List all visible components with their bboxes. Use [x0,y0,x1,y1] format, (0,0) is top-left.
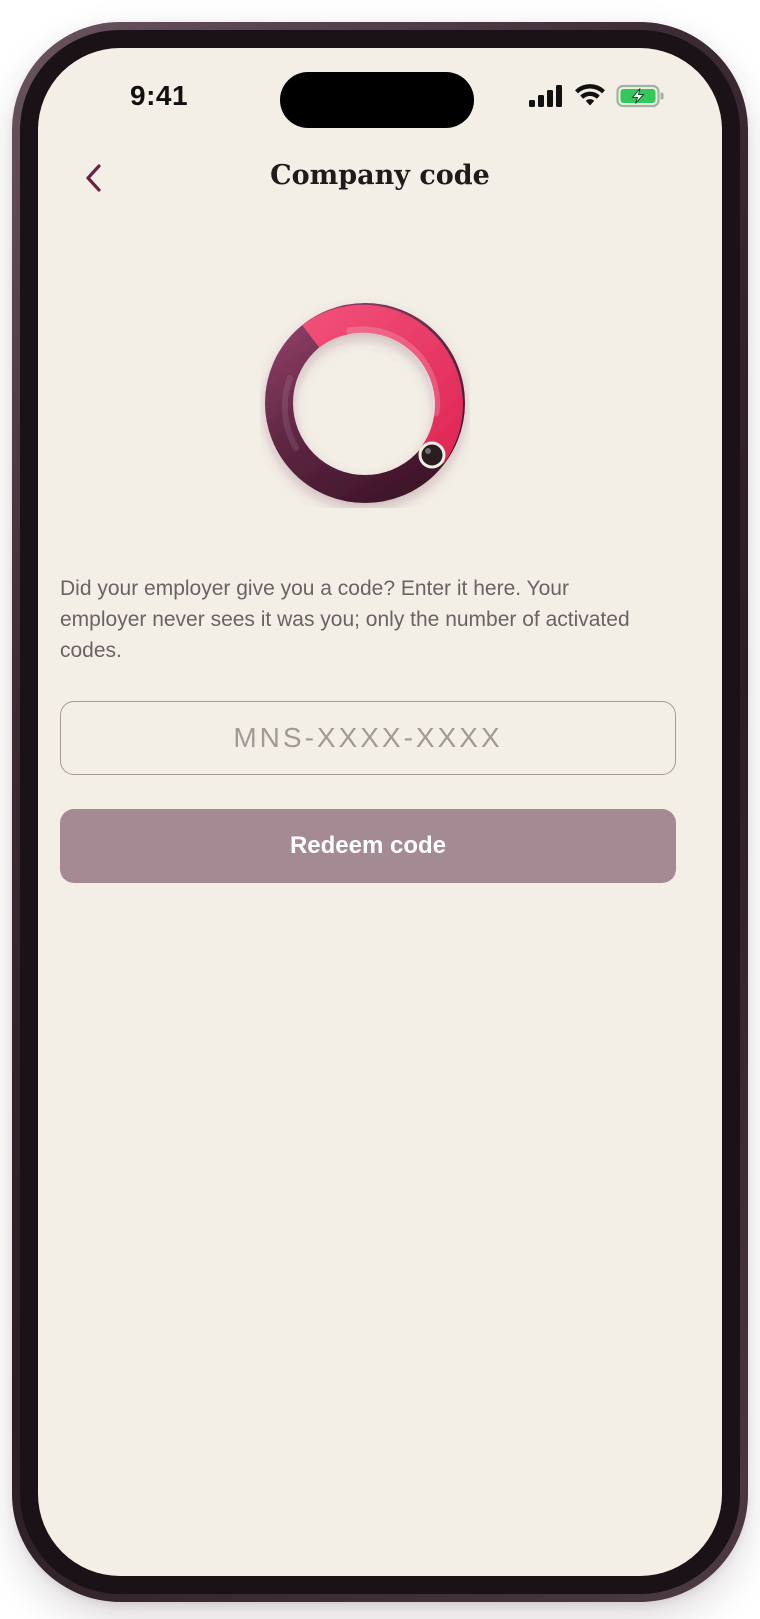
redeem-code-button[interactable]: Redeem code [60,809,676,883]
page-title: Company code [270,160,490,191]
dynamic-island [280,72,474,128]
app-screen: 9:41 Company code Did your employer give… [38,48,722,1576]
progress-ring-icon [265,303,465,503]
device-stage: 9:41 Company code Did your employer give… [0,0,760,1619]
battery-charging-icon [616,84,666,113]
cellular-signal-icon [528,84,564,113]
status-time: 9:41 [130,80,189,111]
company-code-input[interactable] [60,701,676,775]
description-text: Did your employer give you a code? Enter… [60,577,630,662]
progress-ring-illustration [260,298,470,508]
wifi-icon [574,84,606,113]
status-icons [528,84,666,113]
